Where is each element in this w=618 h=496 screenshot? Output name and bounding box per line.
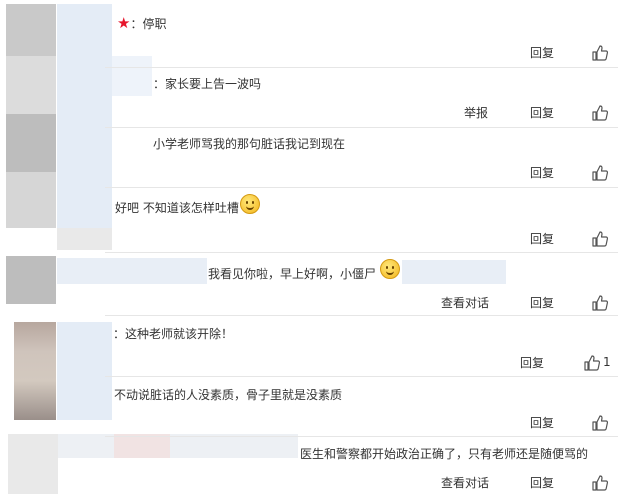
confused-emoji-icon	[240, 194, 260, 214]
blurred-avatar-4	[6, 172, 56, 228]
blurred-avatar-7	[8, 434, 58, 494]
divider	[105, 67, 618, 68]
blurred-name-7	[58, 434, 298, 458]
comment-text-3: 小学老师骂我的那句脏话我记到现在	[153, 137, 346, 151]
blurred-name-2	[112, 56, 152, 96]
divider	[105, 127, 618, 128]
view-conversation-button-5[interactable]: 查看对话	[441, 295, 489, 311]
report-button-2[interactable]: 举报	[464, 105, 488, 121]
thumbs-up-icon[interactable]	[591, 230, 609, 248]
blurred-avatar-5	[6, 256, 56, 304]
comment-text-8: 医生和警察都开始政治正确了，只有老师还是随便骂的	[300, 447, 589, 461]
comment-text-7: 不动说脏话的人没素质，骨子里就是没素质	[114, 388, 343, 402]
divider	[105, 187, 618, 188]
reply-button-6[interactable]: 回复	[520, 355, 544, 371]
reply-button-3[interactable]: 回复	[530, 165, 554, 181]
view-conversation-button-8[interactable]: 查看对话	[441, 475, 489, 491]
divider	[105, 436, 618, 437]
thumbs-up-icon[interactable]	[591, 474, 609, 492]
smile-emoji-icon	[380, 259, 400, 279]
blurred-name-4	[57, 228, 112, 250]
divider	[105, 252, 618, 253]
thumbs-up-icon[interactable]	[591, 164, 609, 182]
reply-button-7[interactable]: 回复	[530, 415, 554, 431]
reply-button-1[interactable]: 回复	[530, 45, 554, 61]
comment-text-4: 好吧 不知道该怎样吐槽	[115, 201, 239, 215]
comment-text-5: 我看见你啦，早上好啊，小僵尸	[208, 267, 377, 281]
blurred-name-1	[57, 4, 112, 250]
divider	[105, 376, 618, 377]
thumbs-up-icon[interactable]	[591, 44, 609, 62]
thumbs-up-icon[interactable]	[591, 104, 609, 122]
blurred-name-6	[57, 322, 112, 420]
divider	[105, 315, 618, 316]
comment-list: ★：停职 回复 ：家长要上告一波吗 举报 回复 小学老师骂我的那句脏话我记到现在…	[0, 0, 618, 496]
blurred-avatar-6	[14, 322, 56, 420]
red-star-icon: ★	[117, 14, 131, 32]
blurred-avatar-2	[6, 56, 56, 114]
blurred-avatar-3	[6, 114, 56, 172]
thumbs-up-icon[interactable]	[591, 414, 609, 432]
comment-text-6: ：这种老师就该开除！	[113, 327, 234, 341]
thumbs-up-icon[interactable]	[591, 294, 609, 312]
reply-button-5[interactable]: 回复	[530, 295, 554, 311]
comment-text-2: ：家长要上告一波吗	[153, 77, 262, 91]
blurred-avatar-1	[6, 4, 56, 56]
blurred-name-5	[57, 258, 207, 284]
reply-button-4[interactable]: 回复	[530, 231, 554, 247]
blurred-tail-5	[402, 260, 506, 284]
blurred-name-7b	[114, 434, 170, 458]
reply-button-8[interactable]: 回复	[530, 475, 554, 491]
comment-text-1: ★：停职	[117, 14, 167, 32]
thumbs-up-icon[interactable]	[583, 354, 601, 372]
reply-button-2[interactable]: 回复	[530, 105, 554, 121]
like-count-6: 1	[603, 355, 611, 369]
